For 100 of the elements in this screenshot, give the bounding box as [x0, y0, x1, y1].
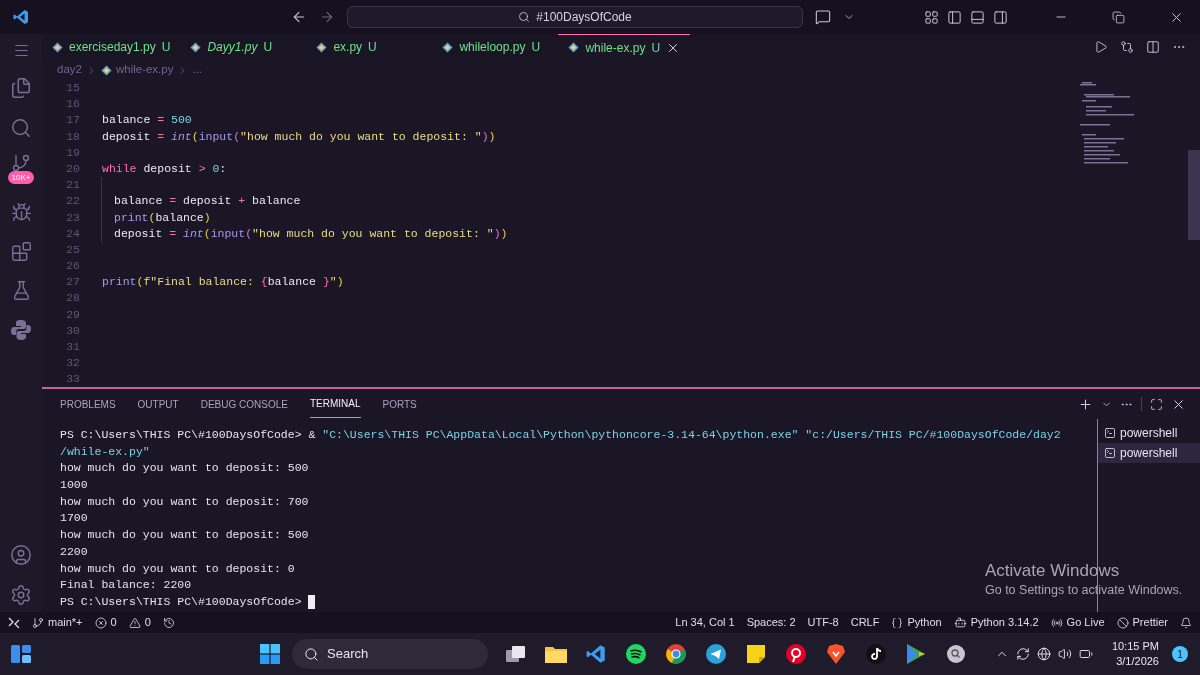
run-debug-icon[interactable] — [10, 202, 32, 223]
robot-icon — [953, 616, 967, 629]
sidebar-toggle-icon[interactable] — [947, 9, 962, 25]
maximize-icon[interactable] — [1150, 397, 1163, 411]
editor-tab[interactable]: whileloop.py U — [432, 34, 559, 60]
tab-status: U — [531, 39, 541, 56]
explorer-icon[interactable] — [10, 77, 32, 99]
editor-tab[interactable]: exerciseday1.py U — [42, 34, 181, 60]
tab-status: U — [263, 39, 273, 56]
panel-tab[interactable]: DEBUG CONSOLE — [200, 390, 288, 418]
line-number: 20 — [65, 160, 80, 177]
code-line: balance = deposit + balance — [114, 193, 301, 210]
search-icon — [304, 646, 319, 662]
history-icon[interactable] — [162, 616, 175, 629]
layout-icon[interactable] — [924, 9, 939, 25]
split-editor-icon[interactable] — [1146, 40, 1160, 54]
new-terminal-icon[interactable] — [1078, 396, 1093, 412]
terminal-instance[interactable]: powershell — [1098, 443, 1200, 463]
scrollbar-thumb[interactable] — [1188, 150, 1200, 240]
taskbar-search-field[interactable]: Search — [292, 639, 488, 669]
bell-icon[interactable] — [1180, 616, 1192, 629]
tab-label: exerciseday1.py — [69, 39, 156, 56]
python-file-icon — [442, 41, 454, 53]
status-item[interactable]: Prettier — [1116, 614, 1168, 631]
restore-icon[interactable] — [1112, 10, 1125, 24]
forward-icon[interactable] — [319, 9, 335, 25]
status-item[interactable]: Ln 34, Col 1 — [675, 614, 735, 631]
menu-icon[interactable] — [12, 42, 30, 59]
terminal-line: how much do you want to deposit: 700 — [60, 493, 309, 510]
line-number: 32 — [65, 355, 80, 372]
command-search-field[interactable]: #100DaysOfCode — [347, 6, 803, 28]
python-logo-icon[interactable] — [10, 319, 32, 341]
status-item[interactable]: Python — [891, 614, 942, 631]
terminal-line: how much do you want to deposit: 0 — [60, 560, 295, 577]
status-item[interactable]: Go Live — [1050, 614, 1105, 631]
panel-tab[interactable]: PROBLEMS — [60, 390, 116, 418]
account-icon[interactable] — [10, 544, 32, 566]
extensions-icon[interactable] — [10, 241, 32, 262]
battery-icon[interactable] — [1078, 647, 1093, 661]
secondary-sidebar-icon[interactable] — [993, 9, 1008, 25]
formatter-icon — [1116, 616, 1129, 629]
branch-icon — [32, 616, 44, 629]
terminal-line: /while-ex.py" — [60, 443, 150, 460]
python-file-icon — [100, 64, 112, 76]
tab-label: Dayy1.py — [207, 39, 258, 56]
status-item[interactable]: CRLF — [850, 614, 880, 631]
line-number: 30 — [65, 322, 80, 339]
terminal-line: PS C:\Users\THIS PC\#100DaysOfCode> — [60, 593, 303, 610]
tab-status: U — [368, 39, 377, 56]
warnings-icon — [128, 616, 141, 629]
status-item[interactable]: Python 3.14.2 — [953, 614, 1039, 631]
line-number: 31 — [65, 339, 80, 355]
line-number: 25 — [65, 241, 80, 258]
terminal-line: how much do you want to deposit: 500 — [60, 527, 309, 544]
terminal-instance[interactable]: powershell — [1098, 423, 1200, 443]
code-line: balance = 500 — [102, 112, 192, 129]
line-number: 27 — [65, 274, 80, 291]
terminal-line: PS C:\Users\THIS PC\#100DaysOfCode> & "C:\Users\THIS PC\AppData\Local\Python\pythoncore-3.14-64\python.exe" "c:/Users/THIS PC/#100DaysOfCode/day2 — [60, 427, 1061, 443]
volume-icon[interactable] — [1057, 647, 1072, 661]
line-number: 21 — [65, 177, 80, 194]
source-control-icon[interactable] — [11, 153, 31, 173]
run-icon[interactable] — [1094, 40, 1108, 54]
status-item[interactable]: 0 — [128, 614, 151, 631]
count-badge: 10K+ — [7, 171, 35, 184]
status-item[interactable]: UTF-8 — [807, 614, 839, 631]
line-number: 28 — [65, 290, 80, 307]
python-file-icon — [190, 41, 202, 53]
sync-icon[interactable] — [1015, 647, 1030, 661]
compare-icon[interactable] — [1120, 40, 1134, 54]
panel-tab[interactable]: OUTPUT — [137, 390, 179, 418]
editor-tab[interactable]: Dayy1.py U — [180, 34, 307, 60]
panel-toggle-icon[interactable] — [970, 9, 985, 25]
tab-label: while-ex.py — [585, 39, 646, 57]
python-file-icon — [568, 42, 580, 53]
app-logo-icon — [13, 9, 29, 25]
line-number: 15 — [65, 80, 80, 96]
search-icon[interactable] — [10, 117, 32, 139]
chat-icon[interactable] — [815, 9, 831, 25]
panel-tab[interactable]: PORTS — [382, 390, 417, 418]
editor-tab[interactable]: ex.py U — [306, 34, 433, 60]
tab-label: whileloop.py — [459, 39, 526, 56]
status-item[interactable]: 0 — [94, 614, 117, 631]
line-number: 29 — [65, 306, 80, 323]
panel-tab[interactable]: TERMINAL — [309, 390, 361, 418]
clock-time[interactable]: 10:15 PM — [1111, 639, 1159, 654]
python-file-icon — [316, 41, 328, 53]
notification-badge[interactable]: 1 — [1172, 646, 1188, 662]
line-number: 33 — [65, 371, 80, 387]
remote-icon[interactable] — [8, 616, 20, 629]
settings-icon[interactable] — [10, 584, 32, 606]
language-icon — [891, 616, 904, 629]
status-item[interactable]: main*+ — [32, 614, 83, 631]
network-icon[interactable] — [1036, 647, 1051, 661]
clock-date[interactable]: 3/1/2026 — [1116, 654, 1159, 669]
widgets-icon[interactable] — [11, 645, 31, 663]
status-item[interactable]: Spaces: 2 — [746, 614, 796, 631]
line-number: 22 — [65, 193, 80, 210]
back-icon[interactable] — [291, 9, 307, 25]
line-number: 18 — [65, 128, 80, 145]
search-icon — [518, 11, 531, 23]
